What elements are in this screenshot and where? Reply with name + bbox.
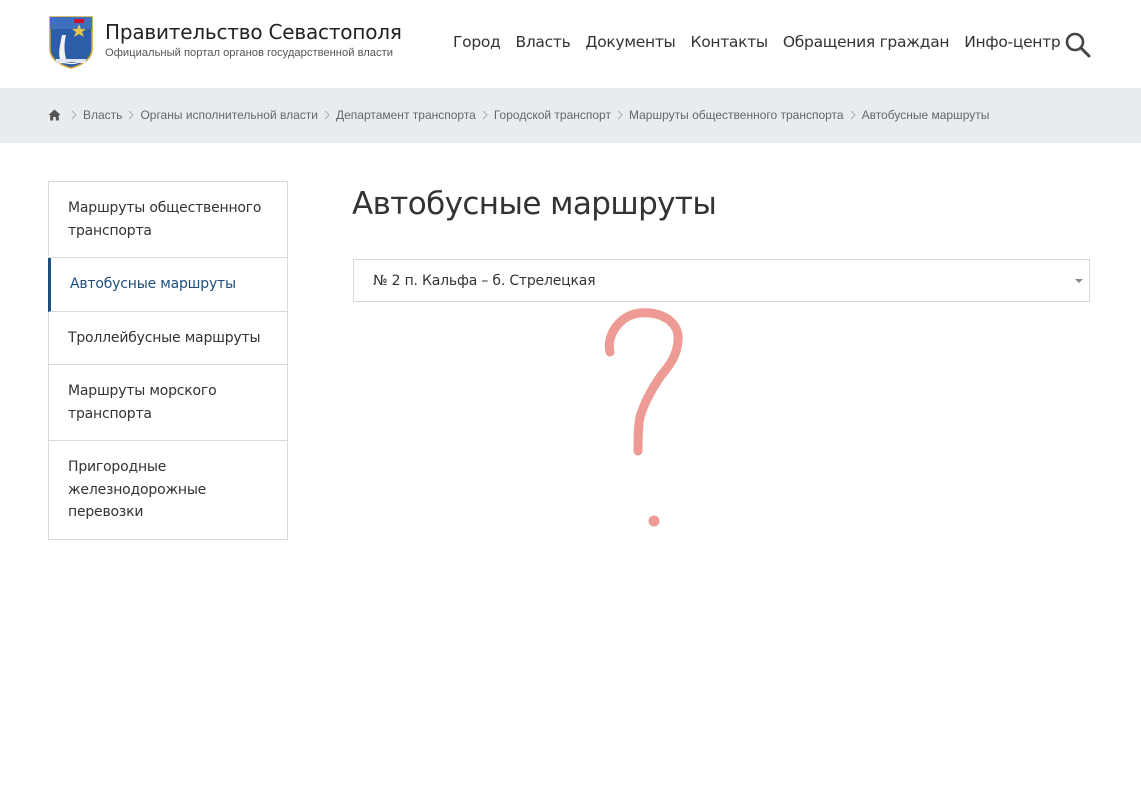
sidebar-item-suburban-rail[interactable]: Пригородные железнодорожные перевозки — [49, 441, 287, 539]
sidebar-item-trolleybus-routes[interactable]: Троллейбусные маршруты — [49, 312, 287, 365]
chevron-right-icon — [71, 110, 77, 120]
route-select[interactable]: № 2 п. Кальфа – б. Стрелецкая — [353, 259, 1090, 302]
sidebar-item-public-transport-routes[interactable]: Маршруты общественного транспорта — [49, 182, 287, 258]
site-title: Правительство Севастополя — [105, 20, 402, 44]
sidebar-item-sea-transport-routes[interactable]: Маршруты морского транспорта — [49, 365, 287, 441]
breadcrumb-item-public-routes[interactable]: Маршруты общественного транспорта — [629, 108, 844, 122]
site-subtitle: Официальный портал органов государственн… — [105, 47, 393, 59]
question-mark-doodle — [604, 308, 683, 527]
home-icon[interactable] — [48, 109, 61, 121]
page-title: Автобусные маршруты — [352, 186, 717, 222]
coat-of-arms-icon[interactable] — [48, 15, 94, 69]
breadcrumb-item-bus-routes: Автобусные маршруты — [861, 108, 990, 122]
chevron-right-icon — [324, 110, 330, 120]
search-icon[interactable] — [1064, 31, 1092, 59]
nav-item-documents[interactable]: Документы — [585, 31, 675, 53]
main-nav: Город Власть Документы Контакты Обращени… — [453, 31, 1061, 53]
chevron-right-icon — [482, 110, 488, 120]
breadcrumb: Власть Органы исполнительной власти Депа… — [48, 108, 989, 122]
chevron-right-icon — [129, 110, 135, 120]
route-select-value: № 2 п. Кальфа – б. Стрелецкая — [373, 273, 596, 289]
nav-item-authority[interactable]: Власть — [515, 31, 570, 53]
nav-item-contacts[interactable]: Контакты — [690, 31, 768, 53]
breadcrumb-item-city-transport[interactable]: Городской транспорт — [494, 108, 611, 122]
chevron-right-icon — [617, 110, 623, 120]
sidebar-menu: Маршруты общественного транспорта Автобу… — [48, 181, 288, 540]
nav-item-city[interactable]: Город — [453, 31, 501, 53]
breadcrumb-item-authority[interactable]: Власть — [83, 108, 122, 122]
site-brand[interactable]: Правительство Севастополя Официальный по… — [105, 20, 402, 60]
breadcrumb-item-executive[interactable]: Органы исполнительной власти — [140, 108, 318, 122]
site-header: Правительство Севастополя Официальный по… — [0, 0, 1141, 88]
chevron-right-icon — [850, 110, 856, 120]
breadcrumb-item-transport-dept[interactable]: Департамент транспорта — [336, 108, 476, 122]
breadcrumb-bar: Власть Органы исполнительной власти Депа… — [0, 88, 1141, 143]
chevron-down-icon[interactable] — [1075, 278, 1083, 284]
nav-item-appeals[interactable]: Обращения граждан — [783, 31, 950, 53]
nav-item-info-center[interactable]: Инфо-центр — [964, 31, 1060, 53]
sidebar-item-bus-routes[interactable]: Автобусные маршруты — [48, 258, 287, 312]
